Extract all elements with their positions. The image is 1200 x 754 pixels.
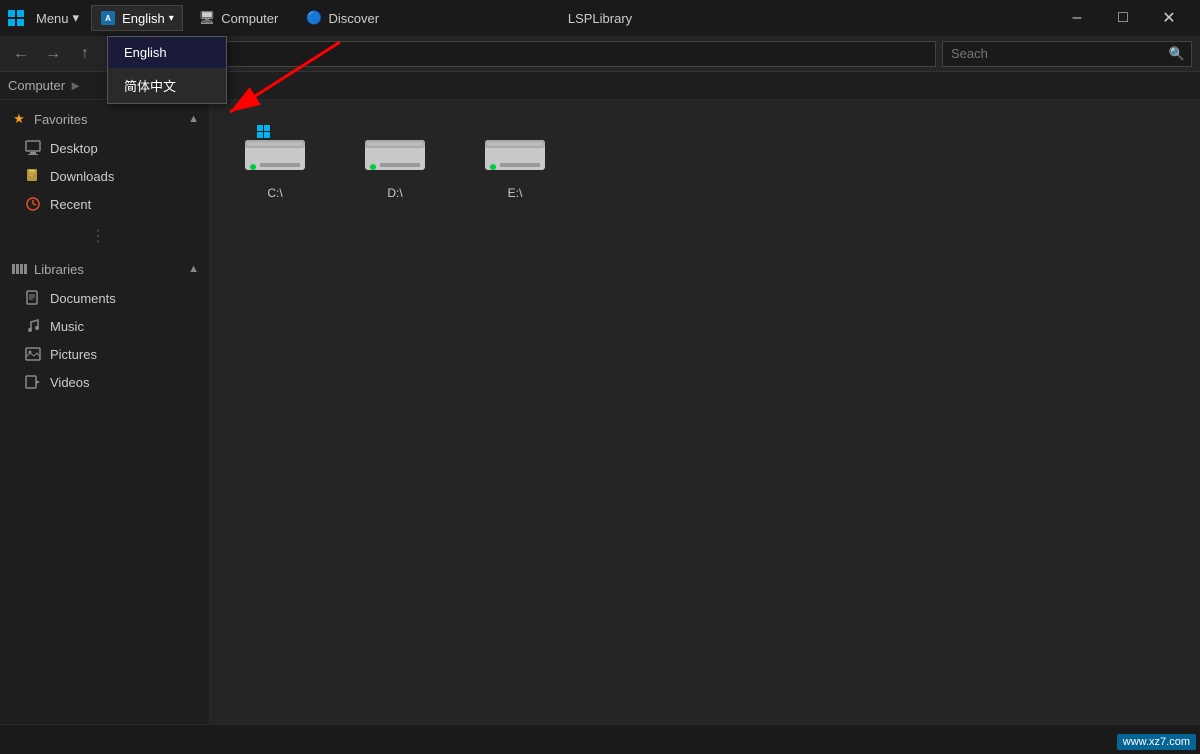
app-title: LSPLibrary xyxy=(568,11,632,26)
recent-label: Recent xyxy=(50,197,91,212)
sidebar-item-desktop[interactable]: Desktop xyxy=(0,134,209,162)
language-button[interactable]: A English ▾ xyxy=(91,5,183,31)
desktop-icon xyxy=(24,139,42,157)
breadcrumb-separator: ► xyxy=(69,78,82,93)
lang-dropdown-arrow: ▾ xyxy=(169,13,174,24)
discover-tab-icon: 🔵 xyxy=(306,10,322,26)
sidebar-item-videos[interactable]: Videos xyxy=(0,368,209,396)
pictures-label: Pictures xyxy=(50,347,97,362)
favorites-star-icon: ★ xyxy=(10,110,28,128)
computer-tab-label: Computer xyxy=(221,11,278,26)
address-input[interactable] xyxy=(136,41,936,67)
music-label: Music xyxy=(50,319,84,334)
sidebar-item-downloads[interactable]: Downloads xyxy=(0,162,209,190)
desktop-label: Desktop xyxy=(50,141,98,156)
music-icon xyxy=(24,317,42,335)
drive-d[interactable]: D:\ xyxy=(340,110,450,210)
sidebar: ★ Favorites ▲ Desktop xyxy=(0,100,210,724)
svg-text:A: A xyxy=(105,14,111,23)
sidebar-item-documents[interactable]: Documents xyxy=(0,284,209,312)
lang-option-chinese[interactable]: 简体中文 xyxy=(108,68,226,103)
minimize-button[interactable]: – xyxy=(1054,0,1100,36)
menu-button[interactable]: Menu ▾ xyxy=(28,6,87,30)
libraries-header[interactable]: Libraries ▲ xyxy=(0,254,209,284)
downloads-label: Downloads xyxy=(50,169,114,184)
videos-icon xyxy=(24,373,42,391)
window-controls: – □ ✕ xyxy=(1054,0,1192,36)
maximize-button[interactable]: □ xyxy=(1100,0,1146,36)
sidebar-item-recent[interactable]: Recent xyxy=(0,190,209,218)
content-area: C:\ D:\ xyxy=(210,100,1200,724)
lang-label: English xyxy=(122,11,165,26)
libraries-label: Libraries xyxy=(34,262,84,277)
documents-icon xyxy=(24,289,42,307)
main-layout: ★ Favorites ▲ Desktop xyxy=(0,100,1200,724)
search-box: 🔍 xyxy=(942,41,1192,67)
drive-c[interactable]: C:\ xyxy=(220,110,330,210)
watermark: www.xz7.com xyxy=(1117,734,1196,750)
close-button[interactable]: ✕ xyxy=(1146,0,1192,36)
back-button[interactable]: ← xyxy=(8,41,34,67)
lang-option-english[interactable]: English xyxy=(108,37,226,68)
drive-c-icon xyxy=(235,120,315,180)
sidebar-item-pictures[interactable]: Pictures xyxy=(0,340,209,368)
breadcrumb-computer[interactable]: Computer xyxy=(8,78,65,93)
favorites-collapse-icon[interactable]: ▲ xyxy=(188,113,199,125)
recent-icon xyxy=(24,195,42,213)
drive-e-icon xyxy=(475,120,555,180)
discover-tab-label: Discover xyxy=(329,11,380,26)
documents-label: Documents xyxy=(50,291,116,306)
drive-c-label: C:\ xyxy=(267,186,282,200)
status-bar xyxy=(0,724,1200,754)
drive-d-label: D:\ xyxy=(387,186,402,200)
computer-tab-icon: 🖥 xyxy=(199,10,216,26)
libraries-icon xyxy=(10,260,28,278)
favorites-header[interactable]: ★ Favorites ▲ xyxy=(0,104,209,134)
downloads-icon xyxy=(24,167,42,185)
search-input[interactable] xyxy=(943,46,1163,61)
pictures-icon xyxy=(24,345,42,363)
title-bar-left: Menu ▾ A English ▾ 🖥 Computer 🔵 Discover xyxy=(8,5,1054,31)
drive-d-icon xyxy=(355,120,435,180)
drive-e-label: E:\ xyxy=(508,186,523,200)
forward-button[interactable]: → xyxy=(40,41,66,67)
sidebar-item-music[interactable]: Music xyxy=(0,312,209,340)
title-bar: Menu ▾ A English ▾ 🖥 Computer 🔵 Discover… xyxy=(0,0,1200,36)
favorites-label: Favorites xyxy=(34,112,87,127)
videos-label: Videos xyxy=(50,375,90,390)
tab-discover[interactable]: 🔵 Discover xyxy=(294,6,391,30)
search-button[interactable]: 🔍 xyxy=(1163,41,1191,67)
sidebar-more-menu: ⋮ xyxy=(0,218,209,254)
drive-e[interactable]: E:\ xyxy=(460,110,570,210)
tab-computer[interactable]: 🖥 Computer xyxy=(187,6,291,30)
up-button[interactable]: ↑ xyxy=(72,41,98,67)
libraries-collapse-icon[interactable]: ▲ xyxy=(188,263,199,275)
language-dropdown: English 简体中文 xyxy=(107,36,227,104)
windows-icon[interactable] xyxy=(8,10,24,26)
